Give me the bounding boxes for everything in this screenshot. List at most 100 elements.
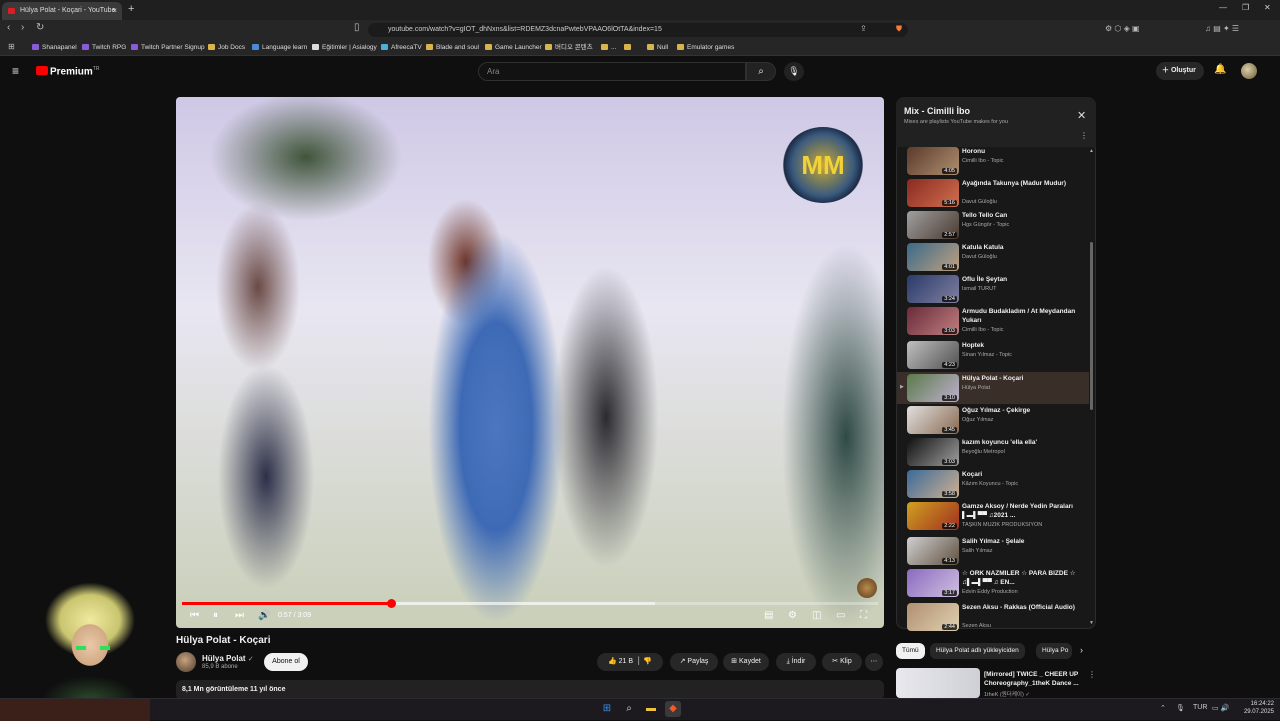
chip-related[interactable]: Hülya Po <box>1036 643 1072 659</box>
scroll-up-icon[interactable]: ▲ <box>1089 148 1094 154</box>
scrubber-handle[interactable] <box>387 599 396 608</box>
bookmark-folder[interactable]: Null <box>647 41 668 54</box>
account-avatar[interactable] <box>1241 63 1257 79</box>
playlist-item[interactable]: 3:10 ▶ Hülya Polat - Koçari Hülya Polat <box>897 372 1089 404</box>
bookmark-folder[interactable]: ... <box>601 41 616 54</box>
next-icon[interactable]: ⏭ <box>235 610 244 621</box>
taskbar-search-icon[interactable]: ⌕ <box>621 701 637 717</box>
bookmark-folder[interactable]: Blade and soul <box>426 41 479 54</box>
miniplayer-icon[interactable]: ◫ <box>812 610 821 621</box>
download-button[interactable]: ⤓ İndir <box>776 653 816 671</box>
clip-button[interactable]: ✂ Klip <box>822 653 862 671</box>
bookmark-item[interactable]: Twitch RPG <box>82 41 126 54</box>
playlist-item[interactable]: 3:03 kazım koyuncu 'ella ella' Beyoğlu Met… <box>897 436 1089 468</box>
notifications-bell-icon[interactable]: 🔔 <box>1214 64 1226 75</box>
playlist-item[interactable]: 3:17 ☆ ORK NAZMILER ☆ PARA BIZDE ☆ ♫▌▬▌▀▀… <box>897 567 1089 599</box>
more-vert-icon[interactable]: ⋮ <box>1088 670 1096 679</box>
playlist-item-channel: Edvin Eddy Production <box>962 589 1018 595</box>
clock[interactable]: 16:24:22 29.07.2025 <box>1244 700 1274 716</box>
tray-chevron-icon[interactable]: ⌃ <box>1160 704 1166 712</box>
channel-avatar[interactable] <box>176 652 196 672</box>
bookmark-folder[interactable] <box>624 41 634 54</box>
menu-icon[interactable]: ≡ <box>12 64 19 78</box>
video-player[interactable]: MM <box>176 97 884 628</box>
playlist-item[interactable]: 2:22 Gamze Aksoy / Nerde Yedin Paraları ▌… <box>897 500 1089 532</box>
more-actions-icon[interactable]: ⋯ <box>865 653 883 671</box>
bookmark-folder[interactable]: 버디오 콘텐츠 <box>545 41 593 54</box>
playlist-scrollbar[interactable] <box>1090 242 1093 410</box>
minimize-icon[interactable]: — <box>1219 3 1227 12</box>
share-button[interactable]: ↗ Paylaş <box>670 653 718 671</box>
playlist-item[interactable]: 4:05 Horonu Cimilli İbo - Topic <box>897 145 1089 177</box>
fullscreen-icon[interactable]: ⛶ <box>860 610 867 621</box>
playlist-item[interactable]: 2:57 Tello Tello Can Hgs Güngör - Topic <box>897 209 1089 241</box>
apps-grid-icon[interactable]: ⊞ <box>8 42 15 51</box>
playlist-item[interactable]: 5:16 Ayağında Takunya (Madur Mudur) Davut … <box>897 177 1089 209</box>
previous-icon[interactable]: ⏮ <box>190 610 199 621</box>
playlist-item[interactable]: 3:58 Koçari Kâzım Koyuncu - Topic <box>897 468 1089 500</box>
volume-icon[interactable]: 🔊 <box>258 610 270 621</box>
windows-start-icon[interactable]: ⊞ <box>599 701 615 717</box>
playlist-item[interactable]: 3:03 Armudu Budakladım / At Meydandan Yuk… <box>897 305 1089 337</box>
brave-shield-icon[interactable]: ⛊ <box>896 24 902 34</box>
reload-icon[interactable]: ↻ <box>36 22 44 33</box>
chip-uploader[interactable]: Hülya Polat adlı yükleyiciden <box>930 643 1025 659</box>
close-icon[interactable]: ✕ <box>1077 109 1086 122</box>
pause-icon[interactable]: ⏸ <box>213 610 218 621</box>
view-count-description[interactable]: 8,1 Mn görüntüleme 11 yıl önce <box>176 680 884 700</box>
playlist-item[interactable]: 3:45 Oğuz Yılmaz - Çekirge Oğuz Yılmaz <box>897 404 1089 436</box>
bookmark-item[interactable]: AfreecaTV <box>381 41 422 54</box>
share-page-icon[interactable]: ⇪ <box>860 24 867 33</box>
network-volume-icon[interactable]: ▭ 🔊 <box>1212 704 1229 712</box>
playlist-item[interactable]: 3:24 Oflu İle Şeytan İsmail TÜRÜT <box>897 273 1089 305</box>
brave-browser-icon[interactable]: ◆ <box>665 701 681 717</box>
file-explorer-icon[interactable]: ▬ <box>643 701 659 717</box>
save-button[interactable]: ⊞ Kaydet <box>723 653 769 671</box>
theater-mode-icon[interactable]: ▭ <box>836 610 845 621</box>
sidebar-icon[interactable]: ♫ ▤ ✦ ☰ <box>1205 24 1239 33</box>
language-indicator[interactable]: TUR <box>1193 704 1207 711</box>
search-icon[interactable]: ⌕ <box>746 62 776 81</box>
chevron-right-icon[interactable]: › <box>1080 645 1083 655</box>
playlist-item[interactable]: 4:23 Hoptek Sinan Yılmaz - Topic <box>897 339 1089 371</box>
back-icon[interactable]: ‹ <box>7 22 10 33</box>
recommendation-title[interactable]: [Mirrored] TWICE _ CHEER UP Choreography… <box>984 670 1080 688</box>
forward-icon[interactable]: › <box>21 22 24 33</box>
bookmark-item[interactable]: Twitch Partner Signup <box>131 41 205 54</box>
browser-tab[interactable]: Hülya Polat - Koçari - YouTube × <box>2 2 122 20</box>
extensions-icon[interactable]: ⚙ ⬡ ◈ ▣ <box>1105 24 1140 33</box>
scroll-down-icon[interactable]: ▼ <box>1089 620 1094 626</box>
bookmark-folder[interactable]: Job Docs <box>208 41 245 54</box>
bookmark-item[interactable]: Language learn <box>252 41 307 54</box>
bookmark-item[interactable]: Eğitimler | Asialogy <box>312 41 377 54</box>
create-button[interactable]: ＋ Oluştur <box>1156 62 1204 80</box>
bookmark-item[interactable]: Shanapanel <box>32 41 77 54</box>
tab-close-icon[interactable]: × <box>112 2 117 20</box>
restore-icon[interactable]: ❐ <box>1242 3 1249 12</box>
window-close-icon[interactable]: ✕ <box>1264 3 1271 12</box>
bookmark-folder[interactable]: Game Launcher <box>485 41 542 54</box>
subtitles-icon[interactable]: ▤ <box>764 610 773 621</box>
tray-mic-icon[interactable]: 🎙 <box>1176 704 1185 712</box>
subscribe-button[interactable]: Abone ol <box>264 653 308 671</box>
video-frame[interactable]: MM <box>176 97 884 628</box>
chip-all[interactable]: Tümü <box>896 643 925 659</box>
search-input[interactable]: Ara <box>478 62 746 81</box>
url-field[interactable]: youtube.com/watch?v=gIOT_dhNxns&list=RDE… <box>368 23 908 37</box>
channel-name[interactable]: Hülya Polat ✓ <box>202 654 254 663</box>
bookmark-icon[interactable]: ▯ <box>354 22 360 33</box>
playlist-item[interactable]: 4:13 Salih Yılmaz - Şelale Salih Yılmaz <box>897 535 1089 567</box>
like-dislike-button[interactable]: 👍 21 B │ 👎 <box>597 653 663 671</box>
playlist-item[interactable]: 2:44 Sezen Aksu - Rakkas (Official Audio)… <box>897 601 1089 633</box>
playlist-title[interactable]: Mix - Cimilli İbo <box>904 106 970 116</box>
playlist-item[interactable]: 4:01 Katula Katula Davut Güloğlu <box>897 241 1089 273</box>
microphone-icon[interactable]: 🎙 <box>784 62 804 81</box>
more-vert-icon[interactable]: ⋮ <box>1080 131 1088 140</box>
bookmark-folder[interactable]: Emulator games <box>677 41 734 54</box>
new-tab-button[interactable]: + <box>128 3 134 15</box>
like-icon: 👍 <box>607 658 617 665</box>
settings-gear-icon[interactable]: ⚙ <box>788 610 797 621</box>
recommendation-channel[interactable]: 1theK (원더케이) ✓ <box>984 690 1030 698</box>
youtube-logo[interactable]: PremiumTR <box>36 66 99 78</box>
recommendation-thumbnail[interactable] <box>896 668 980 698</box>
